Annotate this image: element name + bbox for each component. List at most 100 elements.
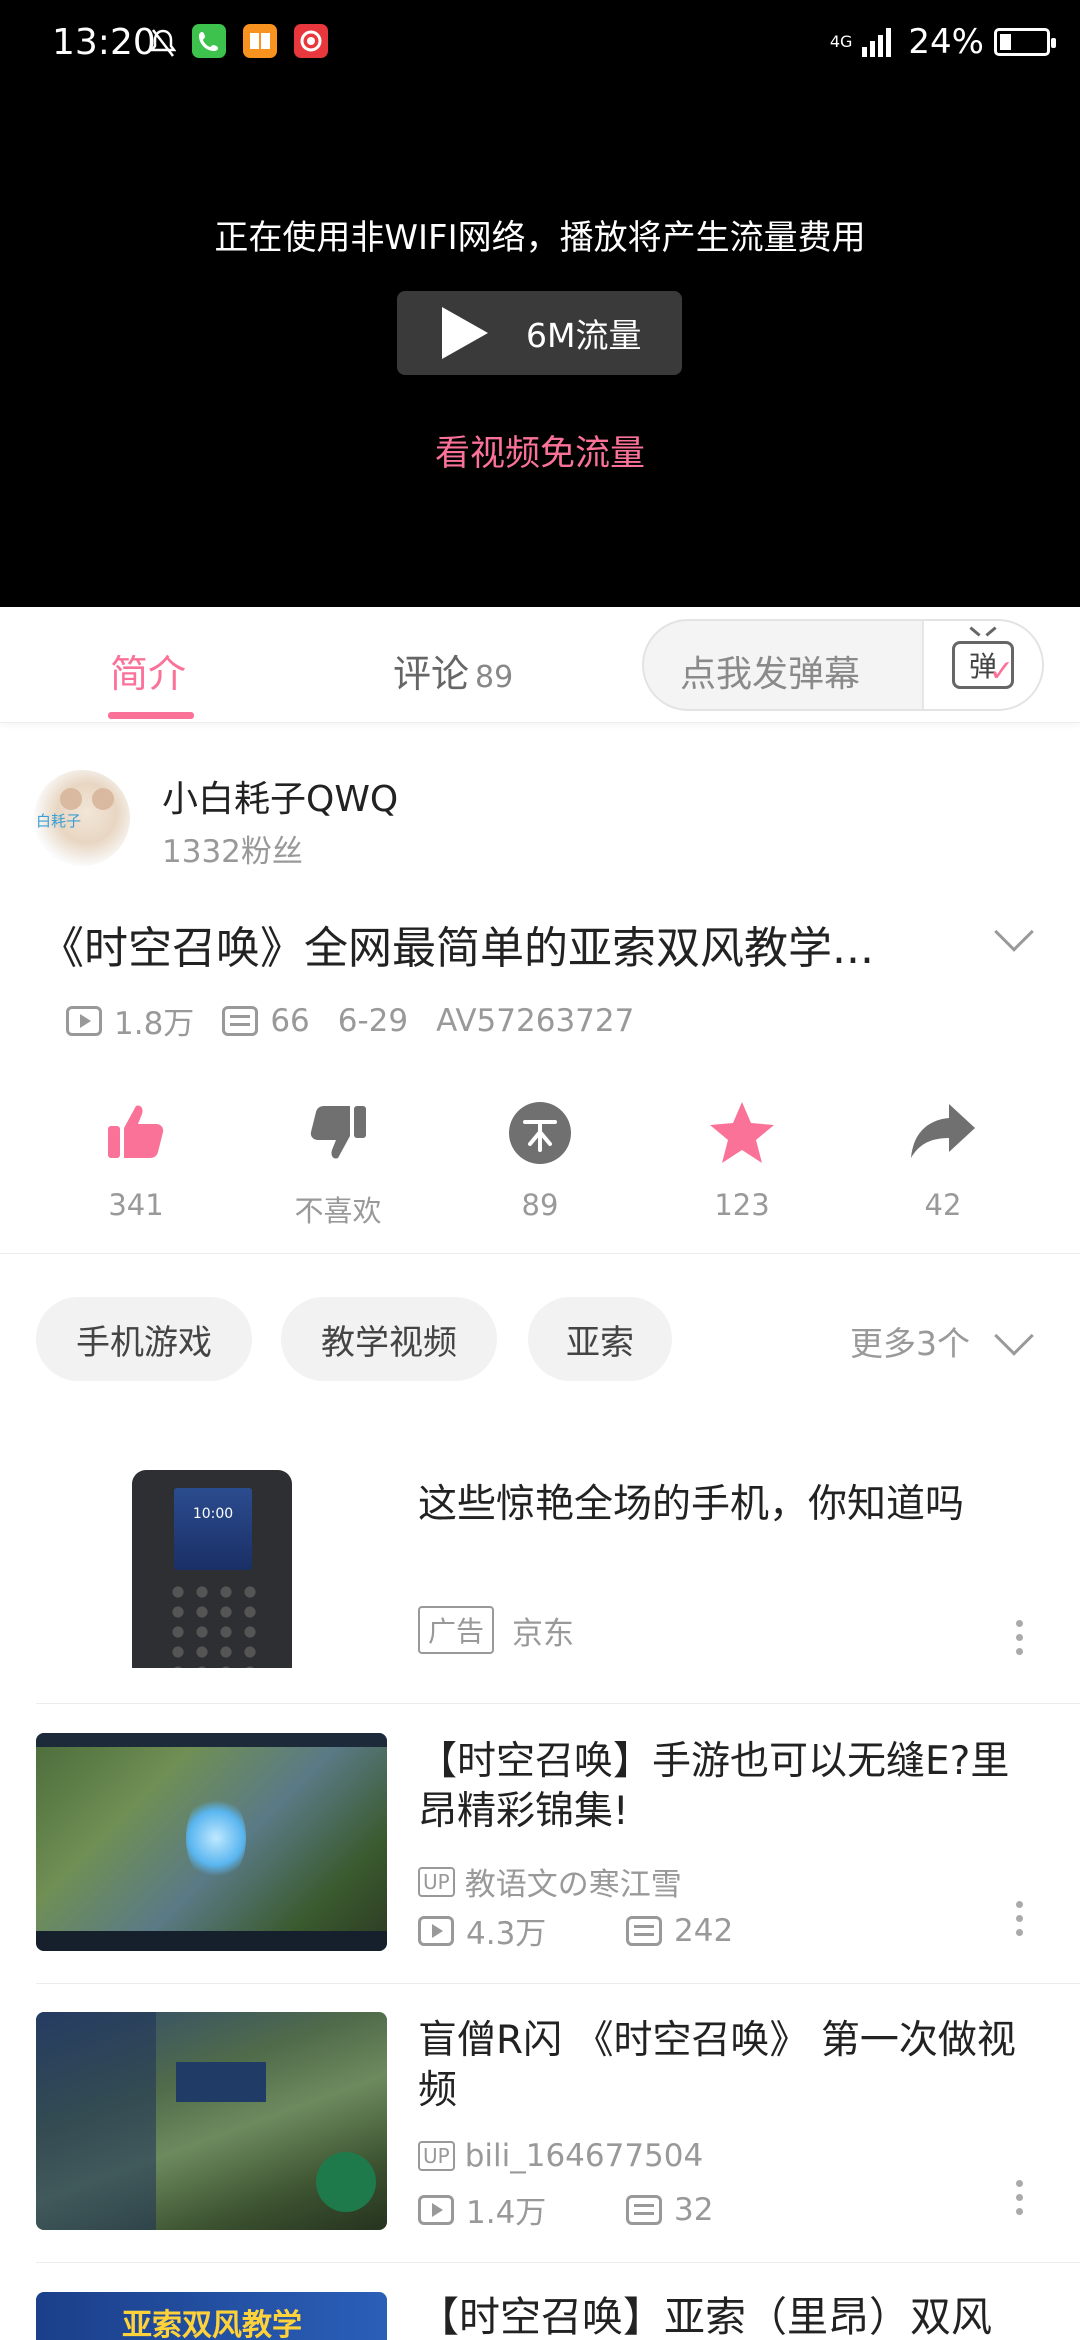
tag-mobile-games[interactable]: 手机游戏 — [36, 1297, 252, 1381]
thumbs-up-icon — [108, 1105, 164, 1158]
tab-comments[interactable]: 评论 89 — [393, 643, 513, 698]
feed-divider — [36, 1703, 1080, 1704]
uploader-fans: 1332粉丝 — [162, 834, 303, 870]
tab-comments-label: 评论 — [393, 652, 470, 696]
video-thumbnail: 亚索双风教学 — [36, 2292, 387, 2340]
detail-tabs: 简介 评论 89 点我发弹幕 弹 ✓ — [0, 607, 1080, 723]
feed-video-item[interactable]: 亚索双风教学 【时空召唤】亚索（里昂）双风 — [0, 2292, 1080, 2340]
expand-chevron-icon[interactable] — [994, 912, 1034, 952]
feed-ad-item[interactable]: 10:00 这些惊艳全场的手机，你知道吗 广告 京东 — [0, 1440, 1080, 1702]
like-count: 341 — [108, 1188, 164, 1222]
danmaku-count-icon — [222, 1005, 259, 1036]
check-icon: ✓ — [988, 654, 1014, 689]
action-bar: 341 不喜欢 89 123 42 — [0, 1100, 1080, 1230]
feed-uploader-name: bili_164677504 — [464, 2138, 704, 2174]
feed-video-item[interactable]: 【时空召唤】手游也可以无缝E?里昂精彩锦集! UP 教语文の寒江雪 4.3万 2… — [0, 1733, 1080, 1983]
danmaku-input[interactable]: 点我发弹幕 弹 ✓ — [642, 619, 1044, 711]
feed-title: 盲僧R闪 《时空召唤》 第一次做视频 — [418, 2018, 1016, 2113]
feed-title: 【时空召唤】手游也可以无缝E?里昂精彩锦集! — [418, 1739, 1010, 1834]
uploader-avatar[interactable]: 白耗子 — [34, 770, 130, 866]
views-icon — [418, 1915, 454, 1946]
favorite-count: 123 — [714, 1188, 770, 1222]
danmaku-toggle-button[interactable]: 弹 ✓ — [922, 621, 1042, 709]
tab-comments-count: 89 — [475, 660, 514, 695]
phone-keypad — [166, 1582, 262, 1668]
video-player[interactable]: 13:20 4G 24% 正在使用非WIFI网络，播放将产生流量费用 6M流量 … — [0, 0, 1080, 607]
more-tags-chevron-icon[interactable] — [994, 1316, 1034, 1356]
video-thumbnail — [36, 2012, 387, 2230]
thumb-hud-top — [36, 1733, 387, 1747]
feed-title: 这些惊艳全场的手机，你知道吗 — [418, 1482, 965, 1527]
feed-divider — [36, 1983, 1080, 1984]
feed-uploader: UP bili_164677504 — [418, 2138, 703, 2174]
record-app-icon — [294, 24, 328, 58]
up-badge: UP — [418, 1866, 455, 1897]
danmaku-placeholder: 点我发弹幕 — [680, 654, 861, 695]
feed-divider — [36, 2262, 1080, 2263]
feed-views: 4.3万 — [466, 1916, 547, 1952]
phone-app-icon — [192, 24, 226, 58]
books-app-icon — [243, 24, 277, 58]
thumb-panel — [176, 2062, 266, 2102]
phone-screen: 10:00 — [174, 1488, 252, 1570]
feed-video-item[interactable]: 盲僧R闪 《时空召唤》 第一次做视频 UP bili_164677504 1.4… — [0, 2012, 1080, 2262]
views-icon — [418, 2194, 454, 2225]
ad-thumbnail: 10:00 — [36, 1450, 387, 1668]
av-number: AV57263727 — [436, 1002, 635, 1039]
feed-danmaku: 32 — [674, 2191, 714, 2228]
thumb-effect — [186, 1793, 246, 1883]
more-options-icon[interactable] — [1016, 2180, 1024, 2222]
video-meta: 1.8万 66 6-29 AV57263727 — [66, 998, 662, 1043]
battery-icon — [994, 28, 1056, 56]
ad-source-name: 京东 — [512, 1615, 575, 1652]
tab-intro[interactable]: 简介 — [110, 643, 186, 698]
play-icon — [442, 307, 488, 359]
tag-tutorial-video[interactable]: 教学视频 — [281, 1297, 497, 1381]
thumbs-down-icon — [310, 1106, 366, 1159]
feed-uploader-name: 教语文の寒江雪 — [464, 1867, 682, 1903]
tag-yasuo[interactable]: 亚索 — [528, 1297, 672, 1381]
feed-stats: 1.4万 32 — [418, 2187, 713, 2232]
feed-stats: 4.3万 242 — [418, 1908, 733, 1953]
play-button-label: 6M流量 — [526, 316, 642, 355]
feed-danmaku: 242 — [674, 1912, 734, 1949]
network-type: 4G — [829, 32, 853, 51]
coin-button[interactable]: 89 — [465, 1100, 615, 1222]
thumb-skill — [316, 2152, 376, 2212]
thumb-hud-bottom — [36, 1931, 387, 1951]
like-button[interactable]: 341 — [61, 1100, 211, 1222]
feed-views: 1.4万 — [466, 2195, 547, 2231]
favorite-button[interactable]: 123 — [667, 1100, 817, 1222]
play-with-data-button[interactable]: 6M流量 — [397, 291, 682, 375]
signal-icon — [862, 28, 892, 57]
view-count: 1.8万 — [66, 998, 194, 1043]
mute-icon — [149, 28, 177, 57]
ad-source: 广告 京东 — [418, 1606, 574, 1654]
uploader-name[interactable]: 小白耗子QWQ — [162, 770, 398, 822]
coin-count: 89 — [521, 1188, 559, 1222]
more-options-icon[interactable] — [1016, 1620, 1024, 1662]
thumb-hud-left — [36, 2012, 156, 2230]
ad-badge: 广告 — [418, 1606, 495, 1654]
feed-title: 【时空召唤】亚索（里昂）双风 — [418, 2293, 992, 2340]
more-tags-button[interactable]: 更多3个 — [850, 1317, 970, 1365]
danmaku-count-icon — [626, 2194, 662, 2225]
status-bar: 13:20 4G 24% — [0, 0, 1080, 84]
video-title: 《时空召唤》全网最简单的亚索双风教学... — [40, 923, 874, 974]
battery-percent: 24% — [908, 22, 984, 62]
dislike-button[interactable]: 不喜欢 — [263, 1100, 413, 1228]
status-time: 13:20 — [52, 22, 156, 63]
danmaku-count-value: 66 — [270, 1002, 310, 1039]
share-button[interactable]: 42 — [868, 1100, 1018, 1222]
mobile-data-notice: 正在使用非WIFI网络，播放将产生流量费用 — [214, 218, 866, 258]
status-right: 4G 24% — [829, 22, 1056, 62]
avatar-tag: 白耗子 — [36, 812, 82, 830]
star-icon — [710, 1102, 774, 1163]
views-icon — [66, 1005, 102, 1036]
coin-icon — [509, 1102, 571, 1164]
more-options-icon[interactable] — [1016, 1901, 1024, 1943]
tab-active-indicator — [108, 712, 194, 719]
free-data-link[interactable]: 看视频免流量 — [0, 425, 1080, 476]
danmaku-count: 66 — [222, 1002, 310, 1039]
phone-image: 10:00 — [132, 1470, 292, 1668]
